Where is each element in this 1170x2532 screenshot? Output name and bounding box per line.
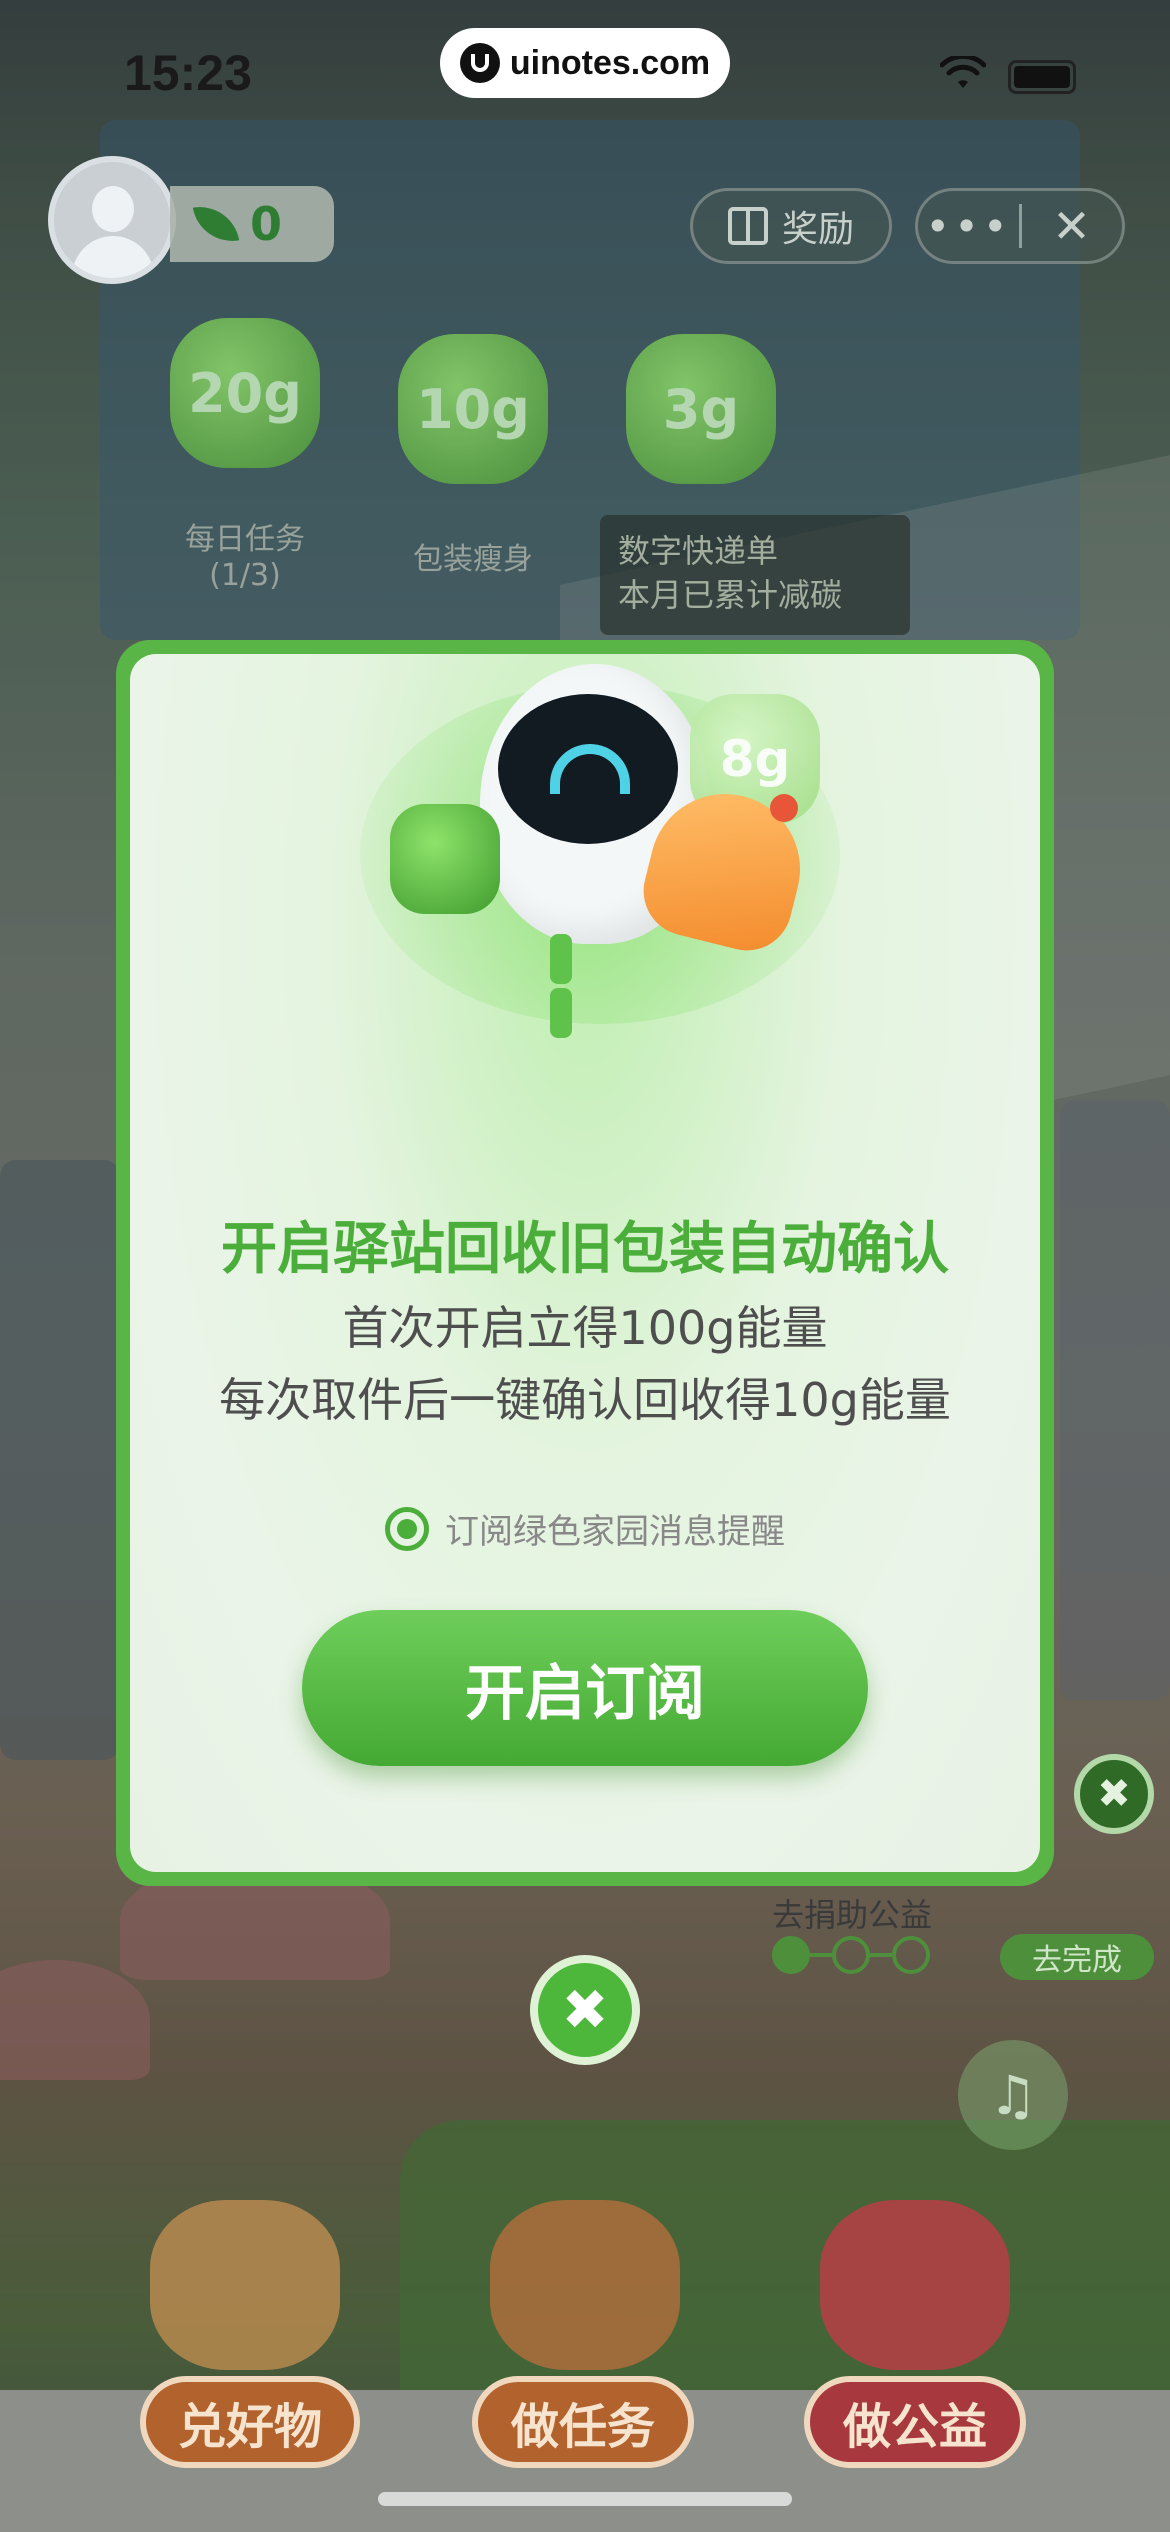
avatar[interactable] [48, 156, 176, 284]
subscribe-button[interactable]: 开启订阅 [302, 1610, 868, 1766]
modal-description-line-2: 每次取件后一键确认回收得10g能量 [219, 1373, 951, 1427]
bubble-amount: 20g [188, 361, 302, 425]
status-time: 15:23 [124, 45, 252, 101]
home-indicator[interactable] [378, 2492, 792, 2506]
nav-do-tasks[interactable]: 做任务 [472, 2376, 694, 2468]
miniapp-capsule: ••• ✕ [915, 188, 1125, 264]
subscribe-modal: 8g 开启驿站回收旧包装自动确认 首次开启立得100g能量 每次取件后一键确认回… [116, 640, 1054, 1886]
side-panel-close-icon[interactable]: ✖ [1074, 1754, 1154, 1834]
leaf-hex-icon [390, 804, 500, 914]
close-button[interactable]: ✕ [1022, 199, 1122, 253]
progress-connector [870, 1953, 892, 1957]
progress-step-done [772, 1936, 810, 1974]
modal-close-icon[interactable]: ✖ [530, 1955, 640, 2065]
tracker-title: 数字快递单 [618, 532, 779, 570]
bubble-label: 每日任务 (1/3) [135, 514, 355, 593]
heart-icon [820, 2200, 1010, 2370]
modal-title: 开启驿站回收旧包装自动确认 [221, 1217, 949, 1282]
shop-icon [150, 2200, 340, 2370]
energy-bubble[interactable]: 10g [398, 334, 548, 484]
mascot-legs [550, 934, 620, 1038]
music-off-icon[interactable]: ♫ [958, 2040, 1068, 2150]
nav-exchange-goods[interactable]: 兑好物 [140, 2376, 360, 2468]
task-calendar-icon [490, 2200, 680, 2370]
wifi-icon [940, 56, 986, 88]
robot-mascot-illustration: 8g [360, 644, 840, 1038]
tracker-subtitle: 本月已累计减碳 [618, 576, 843, 614]
modal-body: 8g 开启驿站回收旧包装自动确认 首次开启立得100g能量 每次取件后一键确认回… [130, 654, 1040, 1872]
avatar-body [72, 236, 154, 278]
progress-step [892, 1936, 930, 1974]
bubble-label-sub: (1/3) [209, 558, 281, 593]
progress-step [832, 1936, 870, 1974]
radio-checked-icon[interactable] [385, 1506, 429, 1551]
energy-bubble[interactable]: 3g [626, 334, 776, 484]
battery-icon [1008, 60, 1076, 94]
energy-value: 0 [250, 197, 283, 251]
bubble-label-text: 每日任务 [185, 522, 305, 557]
bubble-label: 包装瘦身 [363, 534, 583, 578]
task-label: 去捐助公益 [772, 1896, 933, 1934]
subscribe-option[interactable]: 订阅绿色家园消息提醒 [130, 1504, 1040, 1553]
nav-charity[interactable]: 做公益 [804, 2376, 1026, 2468]
energy-bubble[interactable]: 20g [170, 318, 320, 468]
subscribe-option-label: 订阅绿色家园消息提醒 [445, 1512, 785, 1552]
bubble-amount: 10g [416, 377, 530, 441]
modal-description-line-1: 首次开启立得100g能量 [342, 1301, 828, 1355]
leaf-icon [192, 200, 240, 248]
go-complete-button[interactable]: 去完成 [1000, 1934, 1154, 1980]
site-logo-icon [459, 43, 500, 83]
bell-dot [770, 794, 798, 822]
carbon-tracker-panel: 数字快递单 本月已累计减碳 [600, 515, 910, 635]
task-progress [772, 1936, 930, 1974]
gift-icon [727, 207, 768, 245]
bubble-label-text: 包装瘦身 [413, 542, 533, 577]
progress-connector [810, 1953, 832, 1957]
url-pill[interactable]: uinotes.com [440, 28, 730, 98]
reward-label: 奖励 [781, 209, 854, 250]
more-button[interactable]: ••• [919, 202, 1019, 251]
bubble-amount: 3g [662, 377, 740, 441]
avatar-head [92, 186, 134, 232]
reward-button[interactable]: 奖励 [690, 188, 892, 264]
url-text: uinotes.com [509, 43, 711, 82]
energy-counter: 0 [170, 186, 334, 262]
